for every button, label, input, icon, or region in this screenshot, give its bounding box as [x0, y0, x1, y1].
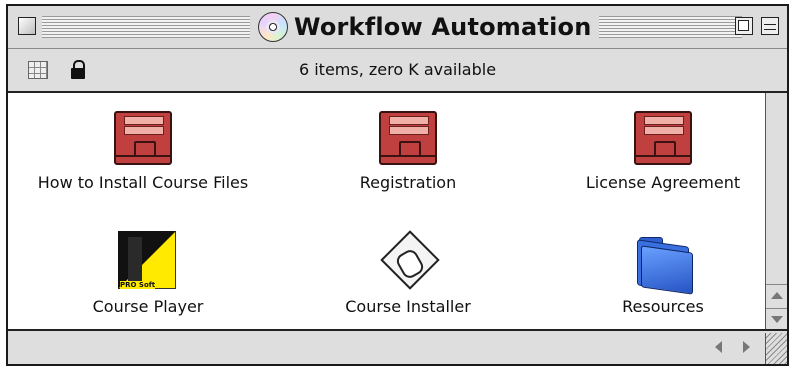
archive-icon[interactable]	[377, 107, 439, 167]
folder-icon[interactable]	[631, 231, 695, 295]
file-item-resources[interactable]: Resources	[568, 231, 758, 316]
file-item-how-to-install[interactable]: How to Install Course Files	[28, 107, 258, 192]
zoom-box-button[interactable]	[735, 17, 753, 35]
archive-icon[interactable]	[632, 107, 694, 167]
close-box-button[interactable]	[18, 17, 36, 35]
archive-icon[interactable]	[112, 107, 174, 167]
file-label[interactable]: Registration	[360, 173, 456, 192]
icon-view: How to Install Course Files Registration…	[8, 93, 765, 331]
scroll-right-button[interactable]	[736, 337, 756, 357]
arrow-up-icon	[770, 292, 783, 299]
installer-icon[interactable]	[377, 230, 440, 291]
file-label[interactable]: License Agreement	[586, 173, 740, 192]
scroll-down-button[interactable]	[766, 308, 787, 331]
file-label[interactable]: Course Installer	[345, 297, 471, 316]
icon-caption: PRO Soft	[120, 281, 156, 289]
cd-disc-icon	[258, 12, 288, 42]
resize-grip[interactable]	[765, 333, 787, 364]
file-label[interactable]: Resources	[622, 297, 704, 316]
collapse-box-button[interactable]	[761, 17, 779, 35]
title-bar[interactable]: Workflow Automation	[8, 6, 787, 49]
file-item-registration[interactable]: Registration	[308, 107, 508, 192]
finder-window: Workflow Automation 6 items, zero K avai…	[6, 4, 789, 366]
scroll-up-button[interactable]	[766, 284, 787, 307]
application-icon[interactable]: PRO Soft	[118, 231, 178, 291]
horizontal-scrollbar[interactable]	[8, 329, 787, 364]
scroll-left-button[interactable]	[708, 337, 728, 357]
arrow-right-icon	[742, 341, 750, 353]
window-title-group: Workflow Automation	[250, 10, 600, 44]
file-item-license-agreement[interactable]: License Agreement	[568, 107, 758, 192]
file-label[interactable]: Course Player	[93, 297, 204, 316]
arrow-down-icon	[770, 316, 783, 323]
file-item-course-installer[interactable]: Course Installer	[308, 230, 508, 316]
arrow-left-icon	[714, 341, 722, 353]
file-item-course-player[interactable]: PRO Soft Course Player	[48, 231, 248, 316]
window-title: Workflow Automation	[294, 13, 592, 41]
status-text: 6 items, zero K available	[298, 60, 497, 79]
file-label[interactable]: How to Install Course Files	[38, 173, 248, 192]
window-header: 6 items, zero K available	[8, 49, 787, 93]
vertical-scrollbar[interactable]	[765, 93, 787, 331]
